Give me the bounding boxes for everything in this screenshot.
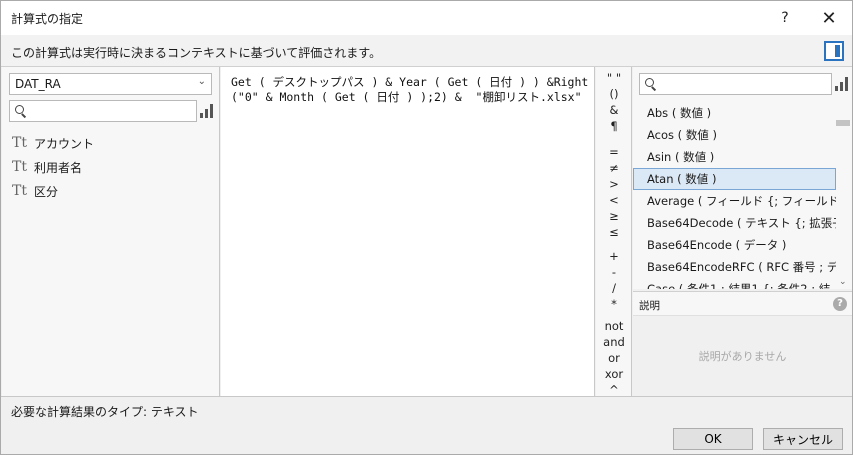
operator-button[interactable]: or — [596, 351, 632, 365]
function-list-item[interactable]: Average ( フィールド {; フィールド...} ) — [633, 190, 836, 212]
operator-button[interactable]: ≠ — [596, 161, 632, 175]
operator-button[interactable]: = — [596, 145, 632, 159]
field-list-item[interactable]: Tt 区分 — [12, 179, 94, 203]
functions-pane: Abs ( 数値 ) Acos ( 数値 ) Asin ( 数値 ) Atan ( 数… — [633, 67, 852, 289]
text-type-icon: Tt — [12, 159, 27, 175]
operator-button[interactable]: not — [596, 319, 632, 333]
close-button[interactable]: ✕ — [815, 5, 843, 31]
context-info-bar: この計算式は実行時に決まるコンテキストに基づいて評価されます。 — [1, 35, 852, 67]
cancel-button[interactable]: キャンセル — [763, 428, 843, 450]
operator-button[interactable]: " " — [596, 71, 632, 85]
operator-button[interactable]: > — [596, 177, 632, 191]
scrollbar-thumb[interactable] — [836, 120, 850, 126]
function-list-item[interactable]: Atan ( 数値 ) — [633, 168, 836, 190]
operator-button[interactable]: - — [596, 265, 632, 279]
table-dropdown[interactable]: DAT_RA ⌄ — [9, 73, 212, 95]
result-type-label: 必要な計算結果のタイプ: テキスト — [11, 405, 199, 419]
description-pane: 説明 ? 説明がありません — [633, 291, 852, 396]
table-dropdown-value: DAT_RA — [15, 77, 61, 91]
panel-toggle-icon[interactable] — [824, 41, 844, 61]
operator-button[interactable]: () — [596, 87, 632, 101]
text-type-icon: Tt — [12, 183, 27, 199]
field-list-item[interactable]: Tt アカウント — [12, 131, 94, 155]
function-list-item[interactable]: Case ( 条件1 ; 結果1 {; 条件2 ; 結 — [633, 278, 836, 289]
operator-button[interactable]: ≤ — [596, 225, 632, 239]
function-list-item[interactable]: Base64Encode ( データ ) — [633, 234, 836, 256]
field-label: 区分 — [34, 184, 59, 199]
formula-editor[interactable]: Get ( デスクトップパス ) & Year ( Get ( 日付 ) ) &… — [221, 67, 595, 396]
function-search-input[interactable] — [639, 73, 832, 95]
field-label: アカウント — [34, 136, 95, 151]
fields-pane: DAT_RA ⌄ Tt アカウント Tt 利用者名 Tt 区分 — [2, 67, 220, 396]
function-list-item[interactable]: Base64Decode ( テキスト {; 拡張子... — [633, 212, 836, 234]
text-type-icon: Tt — [12, 135, 27, 151]
chevron-down-icon[interactable]: ⌄ — [839, 277, 847, 287]
operator-button[interactable]: / — [596, 281, 632, 295]
formula-text[interactable]: Get ( デスクトップパス ) & Year ( Get ( 日付 ) ) &… — [231, 75, 591, 105]
field-search-input[interactable] — [9, 100, 197, 122]
operator-button[interactable]: ^ — [596, 383, 632, 397]
function-list-item[interactable]: Asin ( 数値 ) — [633, 146, 836, 168]
ok-button[interactable]: OK — [673, 428, 753, 450]
help-button[interactable]: ? — [771, 5, 799, 31]
function-list: Abs ( 数値 ) Acos ( 数値 ) Asin ( 数値 ) Atan ( 数… — [633, 102, 836, 289]
description-title: 説明 — [639, 300, 660, 312]
field-list-item[interactable]: Tt 利用者名 — [12, 155, 94, 179]
operators-column: " " () & ¶ = ≠ > < ≥ ≤ + - / * not and or xor ^ — [596, 67, 632, 397]
dialog-title: 計算式の指定 — [11, 12, 84, 26]
sort-icon[interactable] — [835, 77, 849, 91]
function-list-item[interactable]: Abs ( 数値 ) — [633, 102, 836, 124]
description-empty-text: 説明がありません — [698, 350, 787, 363]
chevron-down-icon: ⌄ — [197, 76, 206, 87]
operator-button[interactable]: ≥ — [596, 209, 632, 223]
field-label: 利用者名 — [34, 160, 83, 175]
search-icon — [15, 105, 27, 118]
operator-button[interactable]: < — [596, 193, 632, 207]
description-help-icon[interactable]: ? — [833, 297, 847, 311]
sort-icon[interactable] — [200, 104, 214, 118]
operator-button[interactable]: xor — [596, 367, 632, 381]
function-list-scrollbar[interactable]: ⌄ — [836, 102, 850, 289]
operator-button[interactable]: ¶ — [596, 119, 632, 133]
footer: 必要な計算結果のタイプ: テキスト OK キャンセル — [1, 396, 852, 454]
operator-button[interactable]: + — [596, 249, 632, 263]
description-header: 説明 ? — [633, 292, 852, 316]
operator-button[interactable]: and — [596, 335, 632, 349]
function-list-item[interactable]: Acos ( 数値 ) — [633, 124, 836, 146]
search-icon — [645, 78, 657, 91]
operator-button[interactable]: & — [596, 103, 632, 117]
context-info-text: この計算式は実行時に決まるコンテキストに基づいて評価されます。 — [11, 46, 382, 60]
calculation-dialog: 計算式の指定 ? ✕ この計算式は実行時に決まるコンテキストに基づいて評価されま… — [0, 0, 853, 455]
function-list-item[interactable]: Base64EncodeRFC ( RFC 番号 ; デ... — [633, 256, 836, 278]
field-list: Tt アカウント Tt 利用者名 Tt 区分 — [12, 131, 94, 203]
operator-button[interactable]: * — [596, 297, 632, 311]
title-bar: 計算式の指定 ? ✕ — [1, 1, 852, 35]
